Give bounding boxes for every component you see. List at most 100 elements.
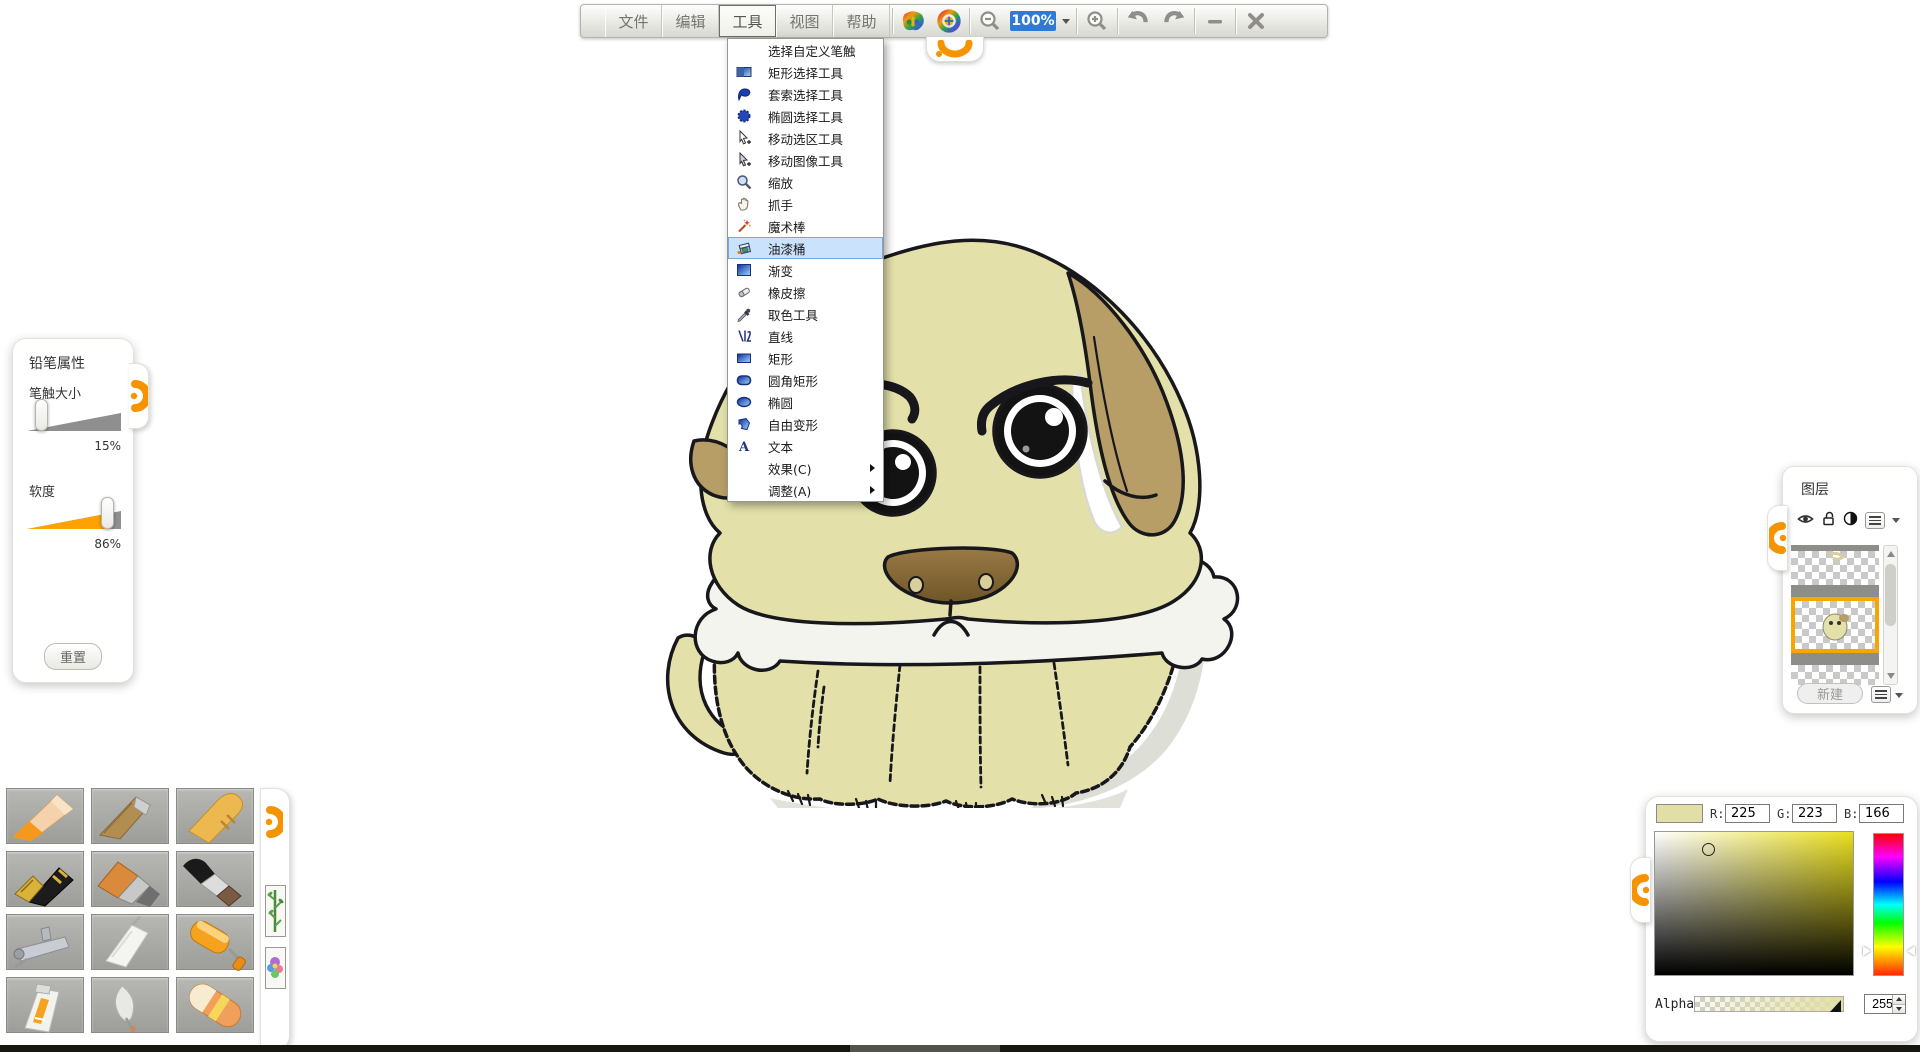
alpha-slider[interactable] (1694, 996, 1844, 1012)
menu-item-paint-bucket[interactable]: 油漆桶 (728, 237, 883, 259)
alpha-slider-marker[interactable] (1830, 1000, 1841, 1012)
zoom-dropdown-caret[interactable] (1062, 19, 1070, 24)
r-input[interactable] (1725, 804, 1770, 823)
layer-visibility-eye-icon[interactable] (1797, 511, 1814, 530)
menu-item-zoom[interactable]: 缩放 (728, 171, 883, 193)
zoom-out-button[interactable] (972, 5, 1008, 37)
brush-thumb-palette-knife[interactable] (91, 914, 169, 970)
move-image-icon (734, 152, 754, 168)
layer-blend-half-circle-icon[interactable] (1843, 511, 1858, 530)
hue-bar[interactable] (1873, 833, 1904, 976)
minimize-button[interactable] (1197, 5, 1233, 37)
menu-item-free-transform[interactable]: 自由变形 (728, 413, 883, 435)
reset-button[interactable]: 重置 (44, 643, 102, 670)
menu-item-hand[interactable]: 抓手 (728, 193, 883, 215)
brush-palette-collapse-handle[interactable] (265, 799, 283, 849)
brush-thumb-flat-brush[interactable] (91, 851, 169, 907)
hue-marker-left[interactable] (1863, 946, 1871, 956)
zoom-in-button[interactable] (1079, 5, 1115, 37)
brush-thumb-airbrush[interactable] (6, 914, 84, 970)
b-input[interactable] (1859, 804, 1904, 823)
menu-item-adjust[interactable]: 调整(A) (728, 479, 883, 501)
brush-thumb-paint-tube[interactable] (6, 977, 84, 1033)
zoom-tool-icon (734, 174, 754, 190)
menu-item-eraser[interactable]: 橡皮擦 (728, 281, 883, 303)
brush-size-value: 15% (13, 439, 121, 453)
menu-file[interactable]: 文件 (605, 5, 662, 37)
layers-bottom-menu-caret[interactable] (1895, 693, 1903, 698)
hue-marker-right[interactable] (1907, 946, 1915, 956)
g-input[interactable] (1792, 804, 1837, 823)
alpha-spin-down[interactable] (1893, 1005, 1905, 1014)
alpha-value-input[interactable] (1865, 995, 1893, 1013)
menu-item-move-selection[interactable]: 移动选区工具 (728, 127, 883, 149)
menu-help[interactable]: 帮助 (833, 5, 890, 37)
eyedropper-icon (734, 306, 754, 322)
menu-item-ellipse[interactable]: 椭圆 (728, 391, 883, 413)
paint-app-window: 文件 编辑 工具 视图 帮助 100% (0, 0, 1920, 1052)
close-button[interactable] (1238, 5, 1274, 37)
alpha-spin-up[interactable] (1893, 995, 1905, 1005)
menu-tools[interactable]: 工具 (719, 5, 776, 37)
scrollbar-thumb[interactable] (1885, 564, 1896, 626)
menu-item-move-image[interactable]: 移动图像工具 (728, 149, 883, 171)
app-logo-face-icon[interactable] (895, 5, 931, 37)
brush-thumb-blender-brush[interactable] (91, 977, 169, 1033)
redo-button[interactable] (1156, 5, 1192, 37)
menu-item-rect-select[interactable]: 矩形选择工具 (728, 61, 883, 83)
layer-list-scrollbar[interactable] (1883, 545, 1898, 685)
brush-thumb-wooden-brush[interactable] (91, 788, 169, 844)
menu-item-ellipse-select[interactable]: 椭圆选择工具 (728, 105, 883, 127)
brush-thumb-pencil[interactable] (6, 788, 84, 844)
menu-item-line[interactable]: 直线 (728, 325, 883, 347)
app-logo-swirl-icon[interactable] (931, 5, 967, 37)
menu-item-text[interactable]: A 文本 (728, 435, 883, 457)
brush-thumb-paint-roller[interactable] (176, 914, 254, 970)
menu-view[interactable]: 视图 (776, 5, 833, 37)
saturation-value-gradient[interactable] (1654, 831, 1854, 976)
brush-thumb-eraser-stick[interactable] (176, 977, 254, 1033)
brush-size-slider[interactable] (27, 401, 121, 435)
rectangle-icon (734, 350, 754, 366)
layers-panel-collapse-handle[interactable] (1767, 505, 1787, 571)
menu-item-effects[interactable]: 效果(C) (728, 457, 883, 479)
softness-slider[interactable] (27, 499, 121, 533)
layer-options-menu-button[interactable] (1865, 512, 1885, 529)
layers-bottom-menu-button[interactable] (1871, 686, 1891, 703)
b-label: B: (1844, 807, 1858, 821)
scroll-up-arrow[interactable] (1887, 551, 1895, 557)
brush-thumb-crayon[interactable] (176, 788, 254, 844)
flower-stamp-thumb[interactable] (265, 947, 286, 989)
pencil-panel-collapse-handle[interactable] (129, 363, 149, 429)
brush-thumb-ink-brush[interactable] (176, 851, 254, 907)
sv-marker-circle[interactable] (1702, 843, 1715, 856)
layer-lock-icon[interactable] (1821, 511, 1836, 530)
menu-edit[interactable]: 编辑 (662, 5, 719, 37)
menu-item-magic-wand[interactable]: 魔术棒 (728, 215, 883, 237)
layer-row-selected[interactable] (1791, 597, 1879, 653)
brush-thumb-fountain-pen[interactable] (6, 851, 84, 907)
new-layer-button[interactable]: 新建 (1797, 683, 1863, 704)
undo-button[interactable] (1120, 5, 1156, 37)
menu-item-rectangle[interactable]: 矩形 (728, 347, 883, 369)
tools-dropdown-menu: 选择自定义笔触 矩形选择工具 套索选择工具 椭圆选择工具 移动选区工具 移动图像… (727, 38, 884, 502)
layer-row-top[interactable] (1791, 551, 1879, 585)
layer-options-caret[interactable] (1892, 518, 1900, 523)
toolbar-collapse-handle[interactable] (926, 37, 984, 62)
scroll-down-arrow[interactable] (1887, 673, 1895, 679)
menu-item-custom-brush[interactable]: 选择自定义笔触 (728, 39, 883, 61)
paint-bucket-icon (734, 240, 754, 256)
layer-row-bottom[interactable] (1791, 665, 1879, 685)
color-panel-collapse-handle[interactable] (1630, 857, 1650, 923)
menu-item-lasso-select[interactable]: 套索选择工具 (728, 83, 883, 105)
menu-item-eyedropper[interactable]: 取色工具 (728, 303, 883, 325)
menu-item-rounded-rectangle[interactable]: 圆角矩形 (728, 369, 883, 391)
menu-item-gradient[interactable]: 渐变 (728, 259, 883, 281)
brush-size-slider-handle[interactable] (35, 399, 48, 431)
g-label: G: (1777, 807, 1791, 821)
softness-slider-handle[interactable] (101, 497, 114, 529)
current-color-swatch[interactable] (1656, 804, 1703, 823)
bamboo-stamp-thumb[interactable] (265, 885, 286, 937)
zoom-level-display[interactable]: 100% (1010, 11, 1056, 31)
blank-icon (734, 42, 754, 58)
